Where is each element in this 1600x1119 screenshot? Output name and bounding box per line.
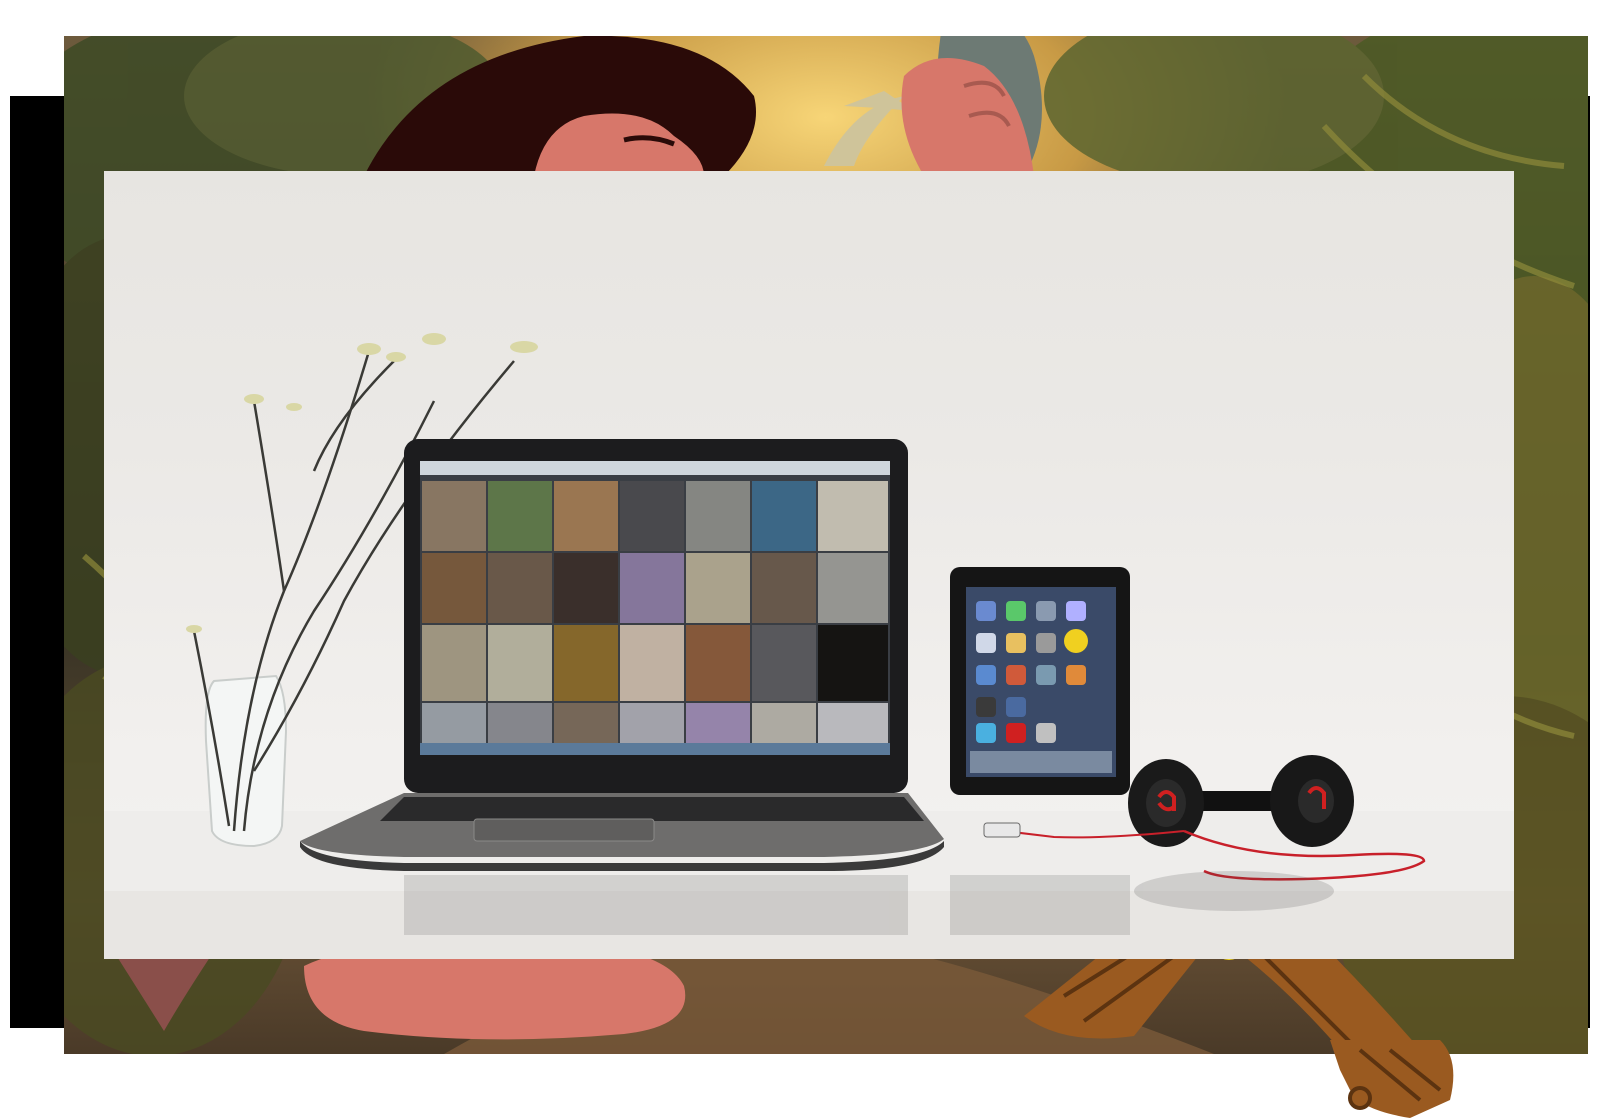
desk-devices-photo-icon (104, 171, 1514, 959)
laptop-icon (300, 439, 944, 871)
laptop-photo-grid (422, 481, 888, 743)
pterodactyl-icon (824, 91, 914, 166)
wooden-log-end-icon (1330, 1040, 1454, 1118)
stone-club-icon (901, 36, 1042, 176)
photo-scene (104, 333, 1514, 959)
tablet-icon (950, 567, 1130, 795)
